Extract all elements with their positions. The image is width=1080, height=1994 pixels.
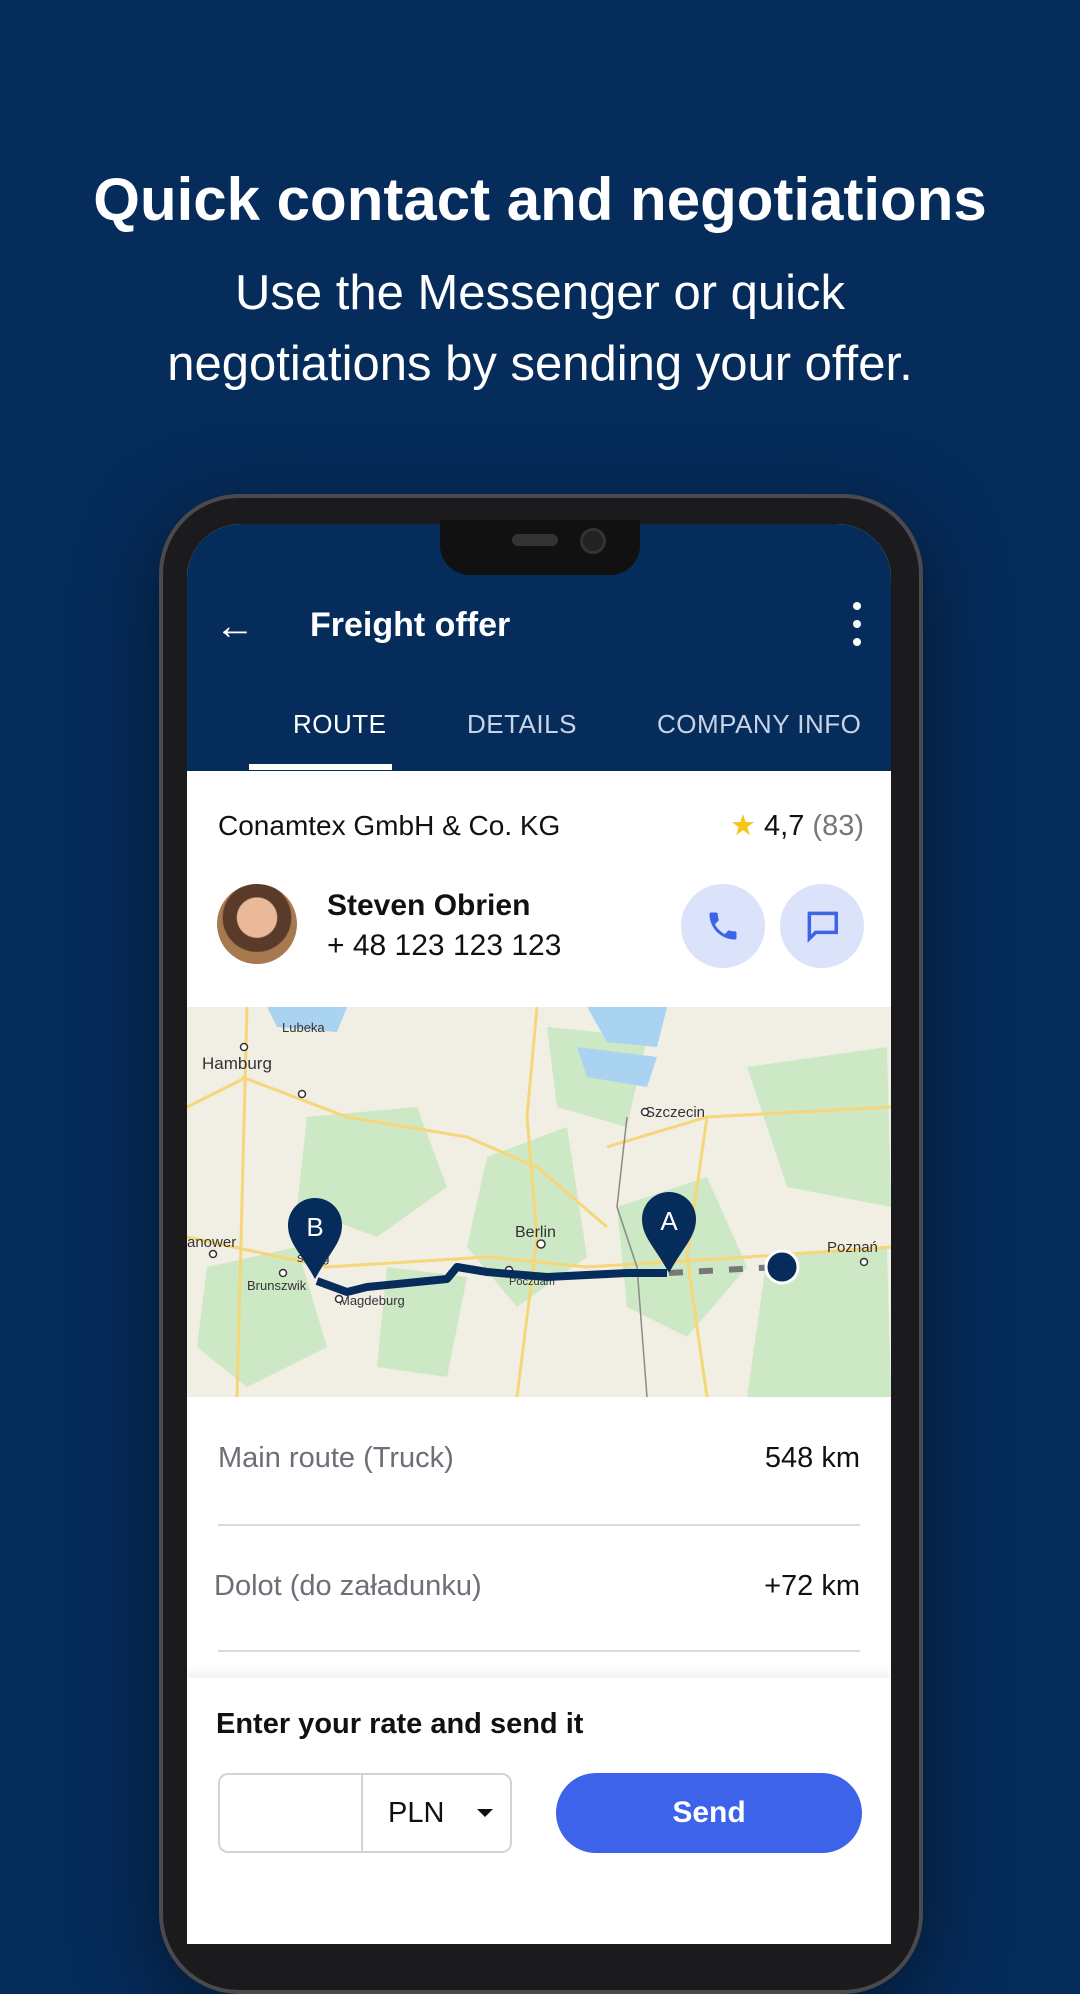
- subtitle-line: negotiations by sending your offer.: [167, 337, 913, 391]
- map-label: Berlin: [515, 1224, 556, 1241]
- phone-notch: [440, 520, 640, 575]
- offer-label: Enter your rate and send it: [216, 1708, 584, 1740]
- send-button[interactable]: Send: [556, 1773, 862, 1853]
- route-label: Dolot (do załadunku): [214, 1570, 482, 1602]
- speaker-grille: [512, 534, 558, 546]
- company-name: Conamtex GmbH & Co. KG: [218, 810, 561, 841]
- caret-down-icon[interactable]: [477, 1809, 493, 1817]
- contact-phone: + 48 123 123 123: [327, 929, 562, 962]
- route-label: Main route (Truck): [218, 1442, 454, 1474]
- map-label: anower: [187, 1234, 236, 1251]
- star-icon: ★: [729, 810, 756, 842]
- marker-b-label: B: [306, 1212, 323, 1242]
- subtitle-line: Use the Messenger or quick: [234, 266, 846, 320]
- route-map[interactable]: Lubeka Hamburg Szczecin anower sburg Bru…: [187, 1007, 891, 1397]
- rate-input-group: PLN: [218, 1773, 512, 1853]
- active-tab-indicator: [249, 764, 392, 770]
- map-label: Lubeka: [282, 1020, 325, 1035]
- route-row-main: Main route (Truck) 548 km: [218, 1442, 860, 1475]
- route-row-approach: Dolot (do załadunku) +72 km: [214, 1570, 860, 1603]
- marker-a-label: A: [660, 1206, 678, 1236]
- app-screen: ← Freight offer ROUTE DETAILS COMPANY IN…: [187, 524, 891, 1944]
- tab-route[interactable]: ROUTE: [293, 709, 387, 740]
- input-separator: [361, 1775, 363, 1851]
- arrow-left-icon[interactable]: ←: [215, 604, 255, 649]
- more-vertical-icon[interactable]: [853, 602, 863, 656]
- rating-value: 4,7: [764, 810, 805, 842]
- map-label: Szczecin: [645, 1104, 705, 1121]
- chat-icon: [807, 911, 838, 943]
- message-button[interactable]: [780, 884, 864, 968]
- page-title: Freight offer: [310, 606, 511, 644]
- promo-headline: Quick contact and negotiations: [93, 166, 987, 233]
- map-label: Brunszwik: [247, 1278, 307, 1293]
- map-label: Poznań: [827, 1239, 878, 1256]
- divider: [218, 1650, 860, 1652]
- main-route-line: [315, 1263, 667, 1296]
- company-rating: ★ 4,7 (83): [730, 808, 864, 843]
- offer-panel: Enter your rate and send it PLN Send: [187, 1678, 891, 1944]
- call-button[interactable]: [681, 884, 765, 968]
- tab-company-info[interactable]: COMPANY INFO: [657, 709, 861, 740]
- contact-name: Steven Obrien: [327, 889, 531, 922]
- divider: [218, 1524, 860, 1526]
- review-count: (83): [812, 810, 864, 842]
- currency-select[interactable]: PLN: [388, 1797, 444, 1830]
- promo-subtitle: Use the Messenger or quick negotiations …: [0, 258, 1080, 400]
- camera-icon: [580, 528, 606, 554]
- route-value: 548 km: [764, 1442, 860, 1474]
- current-location-marker: [764, 1249, 800, 1285]
- tab-details[interactable]: DETAILS: [467, 709, 577, 740]
- rate-input[interactable]: [220, 1775, 360, 1851]
- phone-icon: [709, 912, 737, 940]
- avatar: [217, 884, 297, 964]
- route-value: +72 km: [764, 1570, 860, 1602]
- map-label: Hamburg: [202, 1054, 272, 1073]
